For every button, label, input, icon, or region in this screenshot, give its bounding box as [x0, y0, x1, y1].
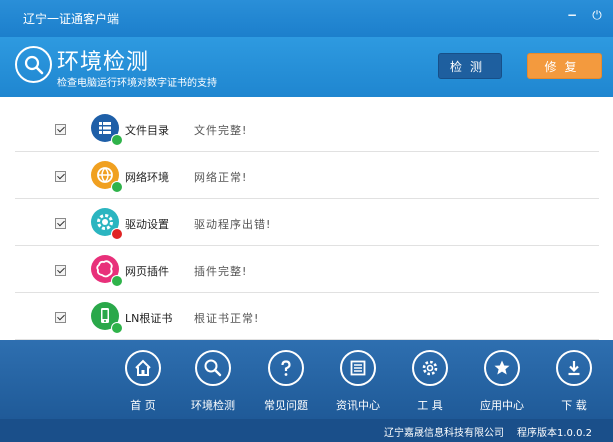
check-status: 根证书正常! [194, 312, 260, 325]
checkbox[interactable] [55, 124, 66, 135]
nav-label: 应用中心 [480, 399, 524, 412]
check-row-file-directory: 文件目录 文件完整! [15, 105, 599, 152]
program-version: 程序版本1.0.0.2 [517, 428, 592, 439]
search-icon [15, 46, 52, 83]
check-row-root-certificate: LN根证书 根证书正常! [15, 293, 599, 340]
question-icon [268, 350, 304, 386]
check-row-network: 网络环境 网络正常! [15, 152, 599, 199]
checkbox[interactable] [55, 171, 66, 182]
repair-button[interactable]: 修复 [527, 53, 602, 79]
title-bar: 辽宁一证通客户端 − ⏻ [0, 0, 613, 37]
page-header: 环境检测 检查电脑运行环境对数字证书的支持 检测 修复 [0, 37, 613, 97]
nav-label: 工 具 [417, 399, 443, 412]
nav-news[interactable]: 资讯中心 [328, 350, 388, 416]
ok-badge-icon [111, 181, 123, 193]
gear-icon [412, 350, 448, 386]
page-subtitle: 检查电脑运行环境对数字证书的支持 [57, 78, 217, 89]
ok-badge-icon [111, 322, 123, 334]
check-status: 驱动程序出错! [194, 218, 272, 231]
home-icon [125, 350, 161, 386]
check-label: 网页插件 [125, 265, 169, 278]
check-status: 插件完整! [194, 265, 248, 278]
nav-env-check[interactable]: 环境检测 [183, 350, 243, 416]
app-title: 辽宁一证通客户端 [23, 12, 120, 26]
check-label: 驱动设置 [125, 218, 169, 231]
checkbox[interactable] [55, 265, 66, 276]
bottom-nav: 首 页 环境检测 常见问题 资讯中心 工 具 应用中心 下 载 [0, 340, 613, 419]
ok-badge-icon [111, 275, 123, 287]
check-label: LN根证书 [125, 312, 173, 325]
nav-label: 首 页 [130, 399, 156, 412]
nav-faq[interactable]: 常见问题 [256, 350, 316, 416]
star-icon [484, 350, 520, 386]
nav-home[interactable]: 首 页 [113, 350, 173, 416]
check-row-plugin: 网页插件 插件完整! [15, 246, 599, 293]
checkbox[interactable] [55, 312, 66, 323]
download-icon [556, 350, 592, 386]
nav-label: 环境检测 [191, 399, 235, 412]
check-status: 文件完整! [194, 124, 248, 137]
news-icon [340, 350, 376, 386]
detect-button[interactable]: 检测 [438, 53, 502, 79]
error-badge-icon [111, 228, 123, 240]
nav-label: 常见问题 [264, 399, 308, 412]
company-name: 辽宁嘉晟信息科技有限公司 [384, 428, 504, 439]
nav-app-center[interactable]: 应用中心 [472, 350, 532, 416]
nav-tools[interactable]: 工 具 [400, 350, 460, 416]
check-list: 文件目录 文件完整! 网络环境 网络正常! 驱动设置 驱动程序出错! 网页插件 … [15, 105, 599, 340]
search-icon [195, 350, 231, 386]
ok-badge-icon [111, 134, 123, 146]
status-bar: 辽宁嘉晟信息科技有限公司 程序版本1.0.0.2 [0, 419, 613, 442]
check-status: 网络正常! [194, 171, 248, 184]
nav-label: 资讯中心 [336, 399, 380, 412]
checkbox[interactable] [55, 218, 66, 229]
check-label: 网络环境 [125, 171, 169, 184]
nav-download[interactable]: 下 载 [544, 350, 604, 416]
check-label: 文件目录 [125, 124, 169, 137]
page-title: 环境检测 [57, 50, 150, 75]
check-row-driver: 驱动设置 驱动程序出错! [15, 199, 599, 246]
minimize-button[interactable]: − [563, 6, 581, 24]
close-button[interactable]: ⏻ [588, 6, 606, 24]
nav-label: 下 载 [561, 399, 587, 412]
